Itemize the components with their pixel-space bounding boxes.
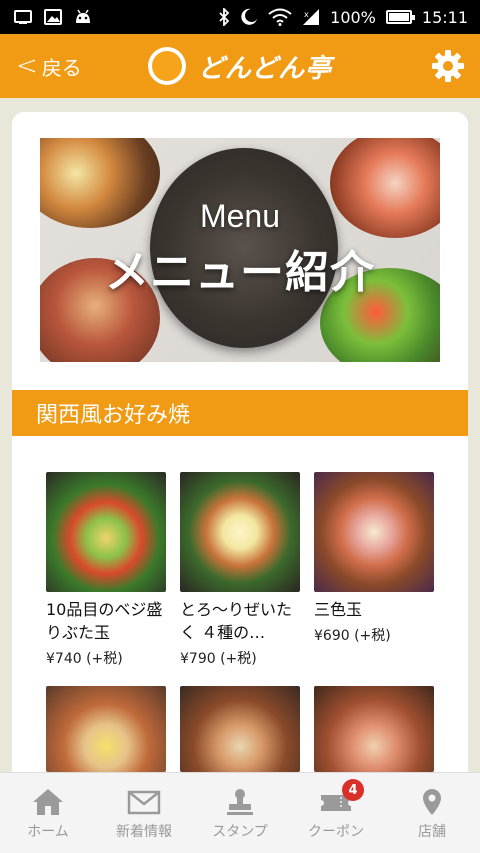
menu-item[interactable] xyxy=(314,686,434,772)
tab-store[interactable]: 店舗 xyxy=(384,787,480,841)
battery-percent: 100% xyxy=(330,7,376,27)
logo-mark xyxy=(147,47,186,85)
status-bar: x 100% 15:11 xyxy=(0,0,480,34)
menu-item[interactable]: とろ～りぜいたく ４種の… ¥790 (+税) xyxy=(180,472,300,668)
menu-item-photo xyxy=(314,686,434,772)
menu-content: Menu メニュー紹介 関西風お好み焼 10品目のベジ盛りぶた玉 ¥740 (+… xyxy=(12,112,468,772)
mail-icon xyxy=(127,790,161,815)
banner-title: Menu xyxy=(199,198,281,234)
menu-item[interactable]: 10品目のベジ盛りぶた玉 ¥740 (+税) xyxy=(46,472,166,668)
app-logo: どんどん亭 xyxy=(147,47,333,85)
tab-news-label: 新着情報 xyxy=(116,824,172,840)
menu-item-photo xyxy=(314,472,434,592)
location-pin-icon xyxy=(423,789,441,815)
status-bar-right: x 100% 15:11 xyxy=(218,8,468,27)
signal-icon: x xyxy=(303,9,320,25)
menu-item-name: 10品目のベジ盛りぶた玉 xyxy=(46,600,163,642)
section-title: 関西風お好み焼 xyxy=(36,403,191,428)
menu-item-photo xyxy=(46,472,166,592)
banner-subtitle: メニュー紹介 xyxy=(105,247,375,298)
menu-item-photo xyxy=(46,686,166,772)
menu-item-name: 三色玉 xyxy=(314,600,363,619)
app-header: < 戻る どんどん亭 xyxy=(0,34,480,98)
clock: 15:11 xyxy=(421,7,468,27)
stamp-icon xyxy=(227,789,253,815)
back-label: 戻る xyxy=(41,55,82,80)
tab-store-label: 店舗 xyxy=(418,824,446,840)
tab-coupon-label: クーポン xyxy=(308,824,364,840)
menu-item-name: とろ～りぜいたく ４種の… xyxy=(180,600,293,642)
battery-icon xyxy=(385,10,415,24)
menu-item-price: ¥690 (+税) xyxy=(314,628,391,644)
status-bar-left xyxy=(14,9,92,25)
usb-icon xyxy=(14,10,32,24)
svg-text:x: x xyxy=(304,10,309,19)
tab-news[interactable]: 新着情報 xyxy=(96,787,192,841)
settings-button[interactable] xyxy=(430,48,466,84)
bluetooth-icon xyxy=(219,8,230,26)
coupon-badge: 4 xyxy=(342,779,364,801)
menu-item-photo xyxy=(180,472,300,592)
menu-item[interactable] xyxy=(180,686,300,772)
tab-stamp-label: スタンプ xyxy=(212,824,268,840)
moon-icon xyxy=(241,8,258,25)
wifi-icon xyxy=(268,8,292,26)
chevron-left-icon: < xyxy=(16,51,38,81)
back-button[interactable]: < 戻る xyxy=(16,34,82,98)
logo-text: どんどん亭 xyxy=(197,53,333,84)
image-icon xyxy=(44,9,62,25)
android-icon xyxy=(76,9,90,23)
tab-coupon[interactable]: 4 クーポン xyxy=(288,779,384,841)
gear-icon xyxy=(432,50,464,82)
menu-item-price: ¥790 (+税) xyxy=(180,651,257,667)
section-header: 関西風お好み焼 xyxy=(12,390,468,436)
tab-home-label: ホーム xyxy=(27,824,69,840)
menu-item-price: ¥740 (+税) xyxy=(46,651,123,667)
menu-item-photo xyxy=(180,686,300,772)
menu-item[interactable]: 三色玉 ¥690 (+税) xyxy=(314,472,434,668)
home-icon xyxy=(33,789,63,815)
menu-item[interactable] xyxy=(46,686,166,772)
tab-stamp[interactable]: スタンプ xyxy=(192,787,288,841)
tab-home[interactable]: ホーム xyxy=(0,787,96,841)
menu-grid: 10品目のベジ盛りぶた玉 ¥740 (+税) とろ～りぜいたく ４種の… ¥79… xyxy=(46,472,436,772)
bottom-tab-bar: ホーム 新着情報 スタンプ 4 クーポン 店舗 xyxy=(0,772,480,853)
menu-banner: Menu メニュー紹介 xyxy=(40,138,440,362)
